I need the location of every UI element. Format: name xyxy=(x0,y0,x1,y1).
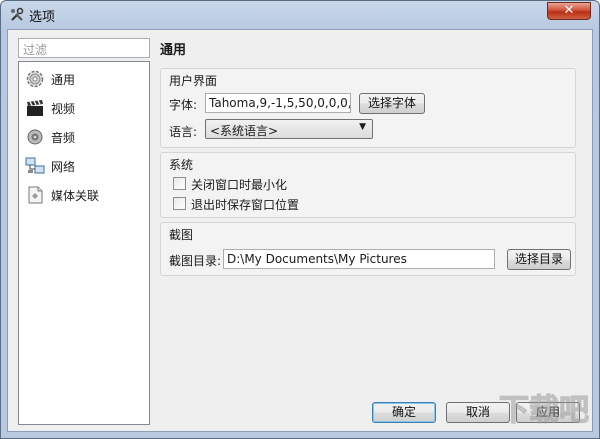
language-select[interactable]: <系统语言> ▼ xyxy=(205,119,373,139)
watermark-text: 下载吧 xyxy=(499,393,589,428)
group-title: 截图 xyxy=(169,228,194,242)
screenshot-dir-label: 截图目录: xyxy=(169,254,222,268)
page-title: 通用 xyxy=(160,43,187,58)
nav-item-label: 音频 xyxy=(51,131,76,145)
screenshot-settings-group: 截图 截图目录: D:\My Documents\My Pictures 选择目… xyxy=(160,222,576,276)
close-button[interactable]: ✕ xyxy=(547,2,591,20)
nav-item-label: 网络 xyxy=(51,160,76,174)
dropdown-arrow-icon: ▼ xyxy=(359,122,366,132)
choose-font-button[interactable]: 选择字体 xyxy=(359,93,425,114)
font-field[interactable]: Tahoma,9,-1,5,50,0,0,0,0,0 xyxy=(205,93,351,113)
minimize-on-close-label: 关闭窗口时最小化 xyxy=(191,178,288,192)
nav-item-network[interactable]: 网络 xyxy=(23,153,147,179)
nav-item-video[interactable]: 视频 xyxy=(23,95,147,121)
nav-item-label: 通用 xyxy=(51,73,76,87)
group-title: 系统 xyxy=(169,158,194,172)
file-association-icon xyxy=(28,186,43,204)
font-label: 字体: xyxy=(169,98,198,112)
language-label: 语言: xyxy=(169,125,198,139)
nav-item-file-association[interactable]: 媒体关联 xyxy=(23,182,147,208)
nav-item-label: 媒体关联 xyxy=(51,189,100,203)
gear-icon xyxy=(26,70,44,88)
nav-item-label: 视频 xyxy=(51,102,76,116)
network-icon xyxy=(25,157,45,174)
tools-icon xyxy=(11,7,24,21)
title-bar[interactable]: 选项 ✕ xyxy=(1,1,599,28)
ui-settings-group: 用户界面 字体: Tahoma,9,-1,5,50,0,0,0,0,0 选择字体… xyxy=(160,68,576,148)
system-settings-group: 系统 关闭窗口时最小化 退出时保存窗口位置 xyxy=(160,152,576,218)
save-window-position-checkbox[interactable] xyxy=(173,197,186,210)
ok-button[interactable]: 确定 xyxy=(372,402,436,423)
options-dialog: 选项 ✕ 过滤 通用 视频 音频 网络 媒体关联 通用 用户界面 字体: Tah… xyxy=(0,0,600,439)
minimize-on-close-checkbox[interactable] xyxy=(173,177,186,190)
nav-item-general[interactable]: 通用 xyxy=(23,66,147,92)
choose-directory-button[interactable]: 选择目录 xyxy=(507,249,571,270)
clapperboard-icon xyxy=(27,100,43,116)
screenshot-dir-field[interactable]: D:\My Documents\My Pictures xyxy=(223,249,495,269)
language-select-value: <系统语言> xyxy=(210,124,279,138)
group-title: 用户界面 xyxy=(169,74,218,88)
speaker-icon xyxy=(27,129,43,145)
watermark-logo: 下载吧 xyxy=(498,392,589,428)
category-list: 通用 视频 音频 网络 媒体关联 xyxy=(18,61,150,425)
filter-input[interactable]: 过滤 xyxy=(18,38,150,58)
save-window-position-label: 退出时保存窗口位置 xyxy=(191,198,300,212)
nav-item-audio[interactable]: 音频 xyxy=(23,124,147,150)
window-title: 选项 xyxy=(29,10,56,25)
dialog-client-area: 过滤 通用 视频 音频 网络 媒体关联 通用 用户界面 字体: Tahoma,9… xyxy=(7,29,593,432)
